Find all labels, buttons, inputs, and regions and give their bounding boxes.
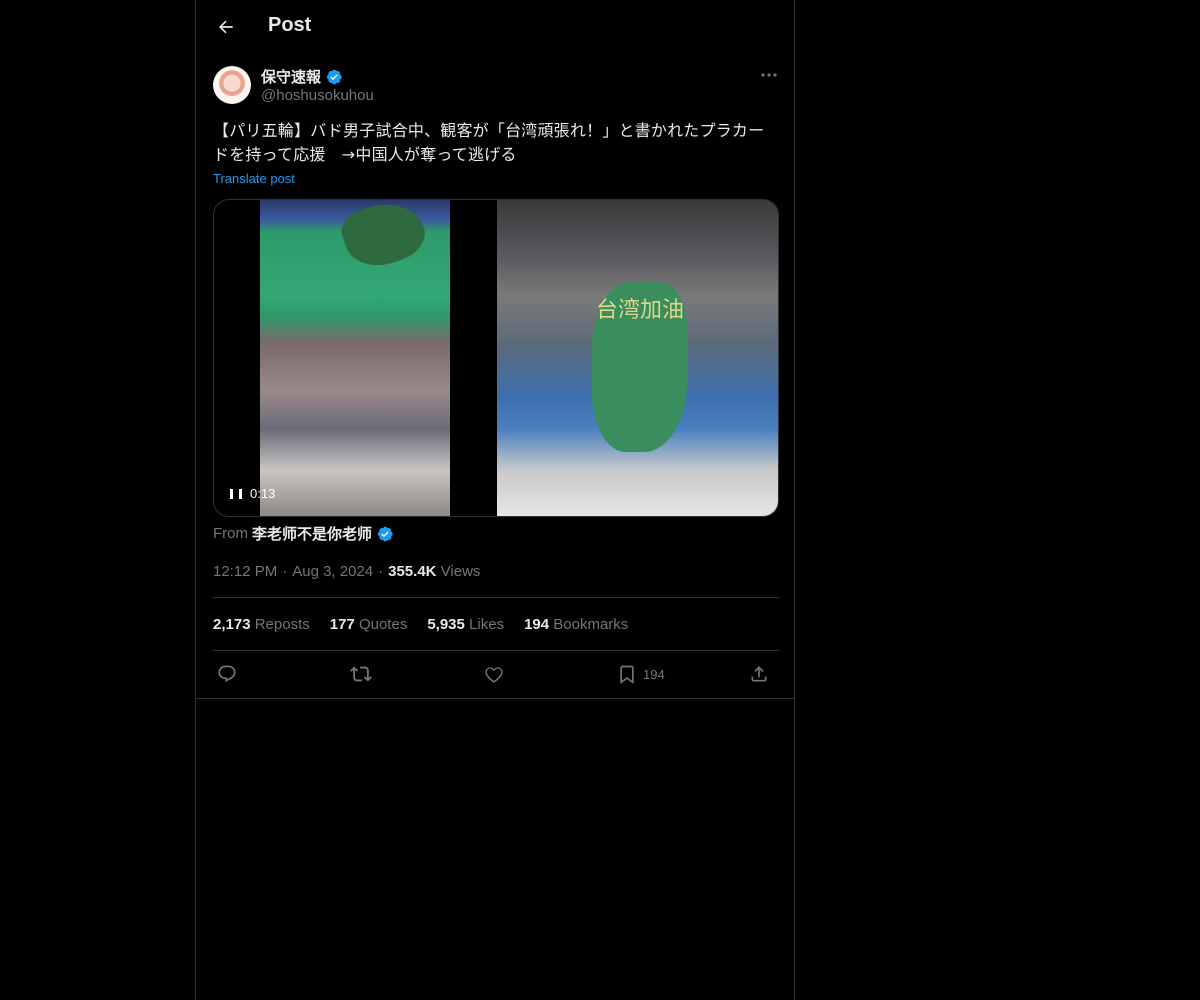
post-meta: 12:12 PM · Aug 3, 2024 · 355.4K Views <box>213 563 480 580</box>
post-column: Post 保守速報 @hoshusokuhou 【パリ五輪】バド男子試合中、観客… <box>195 0 795 1000</box>
back-button[interactable] <box>208 9 244 45</box>
reposts-stat[interactable]: 2,173 Reposts <box>213 616 310 633</box>
video-controls: 0:13 <box>230 486 275 501</box>
like-icon <box>485 667 503 683</box>
engagement-stats: 2,173 Reposts 177 Quotes 5,935 Likes 194… <box>213 616 628 633</box>
bookmarks-stat[interactable]: 194 Bookmarks <box>524 616 628 633</box>
likes-stat[interactable]: 5,935 Likes <box>427 616 504 633</box>
author-handle[interactable]: @hoshusokuhou <box>261 87 374 104</box>
more-icon <box>761 73 777 77</box>
meta-separator: · <box>378 563 384 580</box>
likes-label: Likes <box>469 616 505 633</box>
bookmark-icon <box>620 665 634 684</box>
bookmark-count: 194 <box>643 666 665 682</box>
bookmarks-count: 194 <box>524 616 550 633</box>
reply-button[interactable] <box>217 659 237 689</box>
quotes-label: Quotes <box>358 616 408 633</box>
action-bar: 194 <box>213 659 779 689</box>
verified-badge-icon <box>377 526 393 541</box>
post-time[interactable]: 12:12 PM <box>213 563 277 580</box>
bookmarks-label: Bookmarks <box>553 616 629 633</box>
likes-count: 5,935 <box>427 616 465 633</box>
like-button[interactable] <box>484 659 504 689</box>
divider <box>213 597 779 598</box>
post-text: 【パリ五輪】バド男子試合中、観客が「台湾頑張れ！」と書かれたプラカードを持って応… <box>213 121 765 164</box>
repost-button[interactable] <box>350 659 372 689</box>
author-name-row: 保守速報 <box>261 66 343 87</box>
views-label: Views <box>440 563 481 580</box>
back-arrow-icon <box>219 20 233 34</box>
views-count: 355.4K <box>388 563 437 580</box>
video-player[interactable]: 台湾加油 0:13 <box>213 199 779 517</box>
divider <box>213 650 779 651</box>
reply-icon <box>218 665 236 683</box>
video-timecode: 0:13 <box>250 486 276 501</box>
page-title: Post <box>268 14 312 36</box>
more-button[interactable] <box>754 64 784 86</box>
translate-post-link[interactable]: Translate post <box>213 171 295 186</box>
quotes-stat[interactable]: 177 Quotes <box>330 616 408 633</box>
placard-image: 台湾加油 <box>592 282 688 452</box>
pause-icon[interactable] <box>230 487 242 501</box>
top-bar: Post <box>196 0 794 54</box>
bookmark-button[interactable]: 194 <box>617 659 665 689</box>
verified-badge-icon[interactable] <box>325 68 343 86</box>
views-stat[interactable]: 355.4K Views <box>388 563 480 580</box>
share-icon <box>751 666 767 682</box>
quotes-count: 177 <box>329 616 355 633</box>
attribution-row: From 李老师不是你老师 <box>213 523 394 544</box>
meta-separator: · <box>282 563 288 580</box>
divider <box>196 698 794 699</box>
post-date[interactable]: Aug 3, 2024 <box>292 563 373 580</box>
reposts-label: Reposts <box>254 616 310 633</box>
from-label: From <box>213 525 248 542</box>
source-account-name[interactable]: 李老师不是你老师 <box>252 523 372 544</box>
repost-icon <box>350 666 372 682</box>
reposts-count: 2,173 <box>213 616 251 633</box>
author-display-name[interactable]: 保守速報 <box>261 66 321 87</box>
avatar[interactable] <box>213 66 251 104</box>
share-button[interactable] <box>749 659 769 689</box>
